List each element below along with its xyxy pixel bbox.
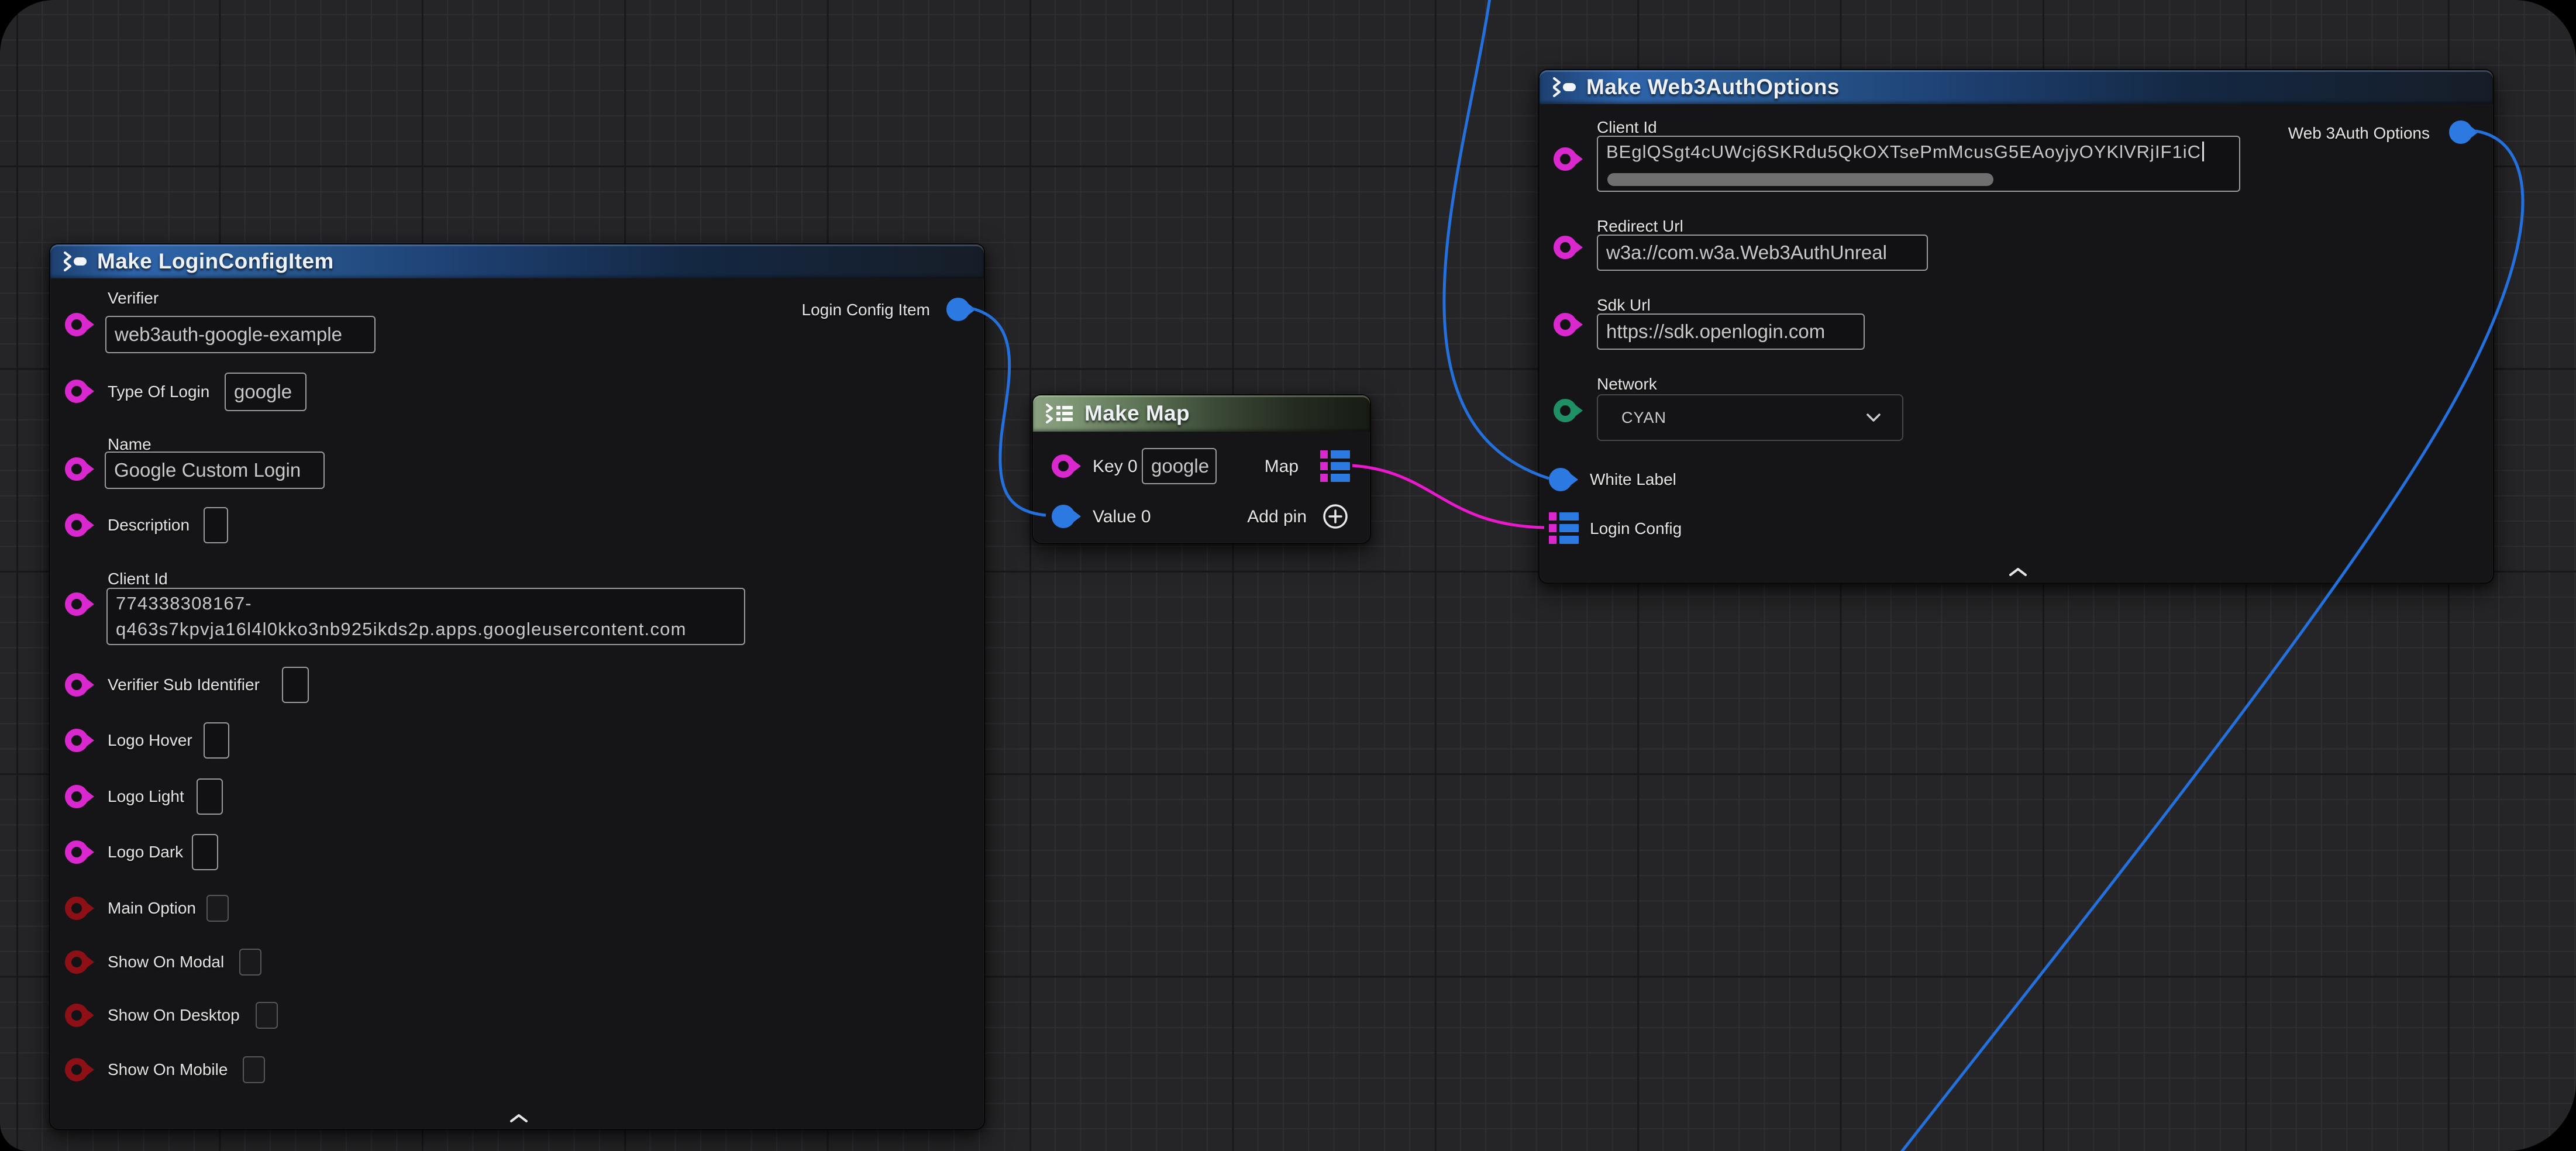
pin-login-config-item-output[interactable] — [946, 298, 970, 321]
node-make-loginconfigitem[interactable]: Make LoginConfigItem Login Config Item V… — [49, 243, 985, 1130]
client-id-line-1: 774338308167- — [116, 591, 252, 616]
show-on-modal-checkbox[interactable] — [239, 949, 261, 976]
pin-label-logo-hover: Logo Hover — [108, 731, 192, 750]
pin-label-network: Network — [1597, 375, 1657, 394]
pin-label-type-of-login: Type Of Login — [108, 382, 209, 401]
pin-label-show-on-desktop: Show On Desktop — [108, 1006, 240, 1025]
client-id-field[interactable]: BEglQSgt4cUWcj6SKRdu5QkOXTsePmMcusG5EAoy… — [1597, 136, 2240, 192]
pin-label-main-option: Main Option — [108, 899, 196, 918]
field-horizontal-scrollbar[interactable] — [1607, 173, 1993, 186]
pin-label-client-id: Client Id — [1597, 118, 1657, 137]
node-title: Make Map — [1084, 401, 1190, 426]
pin-logo-light[interactable] — [65, 785, 88, 808]
pin-label-description: Description — [108, 516, 190, 535]
pin-label-sdk-url: Sdk Url — [1597, 296, 1651, 315]
pin-label-verifier: Verifier — [108, 289, 159, 308]
redirect-url-field[interactable]: w3a://com.w3a.Web3AuthUnreal — [1597, 235, 1928, 271]
pin-main-option[interactable] — [65, 897, 88, 920]
pin-label-logo-light: Logo Light — [108, 787, 184, 806]
node-header-make-loginconfigitem[interactable]: Make LoginConfigItem — [50, 244, 984, 278]
show-on-mobile-checkbox[interactable] — [243, 1056, 265, 1083]
pin-label-show-on-modal: Show On Modal — [108, 953, 224, 971]
pin-show-on-mobile[interactable] — [65, 1058, 88, 1081]
node-make-web3authoptions[interactable]: Make Web3AuthOptions Web 3Auth Options C… — [1538, 69, 2494, 584]
pin-label-web3auth-options: Web 3Auth Options — [2288, 124, 2430, 143]
pin-client-id[interactable] — [65, 592, 88, 616]
pin-redirect-url[interactable] — [1554, 236, 1577, 259]
pin-label-map: Map — [1265, 457, 1299, 477]
make-map-icon — [1045, 402, 1075, 425]
pin-client-id[interactable] — [1554, 147, 1577, 171]
pin-label-client-id: Client Id — [108, 570, 168, 588]
name-field[interactable]: Google Custom Login — [105, 452, 325, 489]
client-id-field[interactable]: 774338308167- q463s7kpvja16l4l0kko3nb925… — [106, 588, 745, 645]
pin-label-show-on-mobile: Show On Mobile — [108, 1060, 228, 1079]
client-id-line-2: q463s7kpvja16l4l0kko3nb925ikds2p.apps.go… — [116, 616, 687, 642]
wire-map-to-loginconfig[interactable] — [1352, 466, 1544, 528]
description-field[interactable] — [204, 507, 228, 543]
pin-type-of-login[interactable] — [65, 380, 88, 403]
pin-sdk-url[interactable] — [1554, 313, 1577, 336]
logo-light-field[interactable] — [197, 778, 223, 815]
pin-verifier-sub-identifier[interactable] — [65, 673, 88, 697]
pin-label-login-config: Login Config — [1590, 519, 1682, 538]
pin-label-key-0: Key 0 — [1093, 457, 1138, 477]
key-0-field[interactable]: google — [1142, 448, 1217, 484]
pin-logo-hover[interactable] — [65, 729, 88, 752]
chevron-down-icon — [1866, 413, 1881, 422]
pin-name[interactable] — [65, 457, 88, 481]
pin-label-login-config-item: Login Config Item — [802, 301, 930, 319]
pin-value-0[interactable] — [1052, 505, 1075, 528]
node-header-make-web3authoptions[interactable]: Make Web3AuthOptions — [1540, 70, 2493, 104]
main-option-checkbox[interactable] — [206, 895, 229, 922]
sdk-url-field[interactable]: https://sdk.openlogin.com — [1597, 313, 1865, 350]
verifier-sub-identifier-field[interactable] — [282, 667, 309, 703]
node-header-make-map[interactable]: Make Map — [1033, 395, 1370, 432]
pin-map-output[interactable] — [1320, 450, 1350, 482]
make-struct-icon — [62, 251, 88, 272]
wire-top-to-whitelabel[interactable] — [1444, 0, 1549, 478]
node-title: Make Web3AuthOptions — [1586, 75, 1840, 99]
pin-show-on-desktop[interactable] — [65, 1004, 88, 1027]
pin-login-config[interactable] — [1549, 512, 1579, 544]
blueprint-canvas[interactable]: Make LoginConfigItem Login Config Item V… — [0, 0, 2576, 1151]
pin-network[interactable] — [1554, 399, 1577, 422]
pin-label-value-0: Value 0 — [1093, 507, 1151, 527]
pin-label-white-label: White Label — [1590, 470, 1676, 489]
blueprint-editor: { "colors": { "page_bg": "#000000", "can… — [0, 0, 2576, 1151]
node-make-map[interactable]: Make Map Key 0 google Map Value 0 Add pi… — [1032, 394, 1371, 544]
make-struct-icon — [1551, 77, 1577, 98]
show-on-desktop-checkbox[interactable] — [256, 1002, 278, 1029]
pin-label-redirect-url: Redirect Url — [1597, 217, 1683, 236]
pin-label-verifier-sub-identifier: Verifier Sub Identifier — [108, 676, 260, 694]
add-pin-label: Add pin — [1247, 507, 1307, 527]
pin-description[interactable] — [65, 514, 88, 537]
pin-label-logo-dark: Logo Dark — [108, 843, 183, 861]
verifier-field[interactable]: web3auth-google-example — [105, 316, 376, 353]
pin-logo-dark[interactable] — [65, 840, 88, 864]
collapse-node-chevron-up-icon[interactable] — [2009, 567, 2027, 577]
logo-dark-field[interactable] — [192, 834, 218, 870]
client-id-value: BEglQSgt4cUWcj6SKRdu5QkOXTsePmMcusG5EAoy… — [1606, 142, 2201, 163]
pin-show-on-modal[interactable] — [65, 950, 88, 974]
text-caret — [2202, 142, 2204, 161]
network-selected-value: CYAN — [1621, 409, 1666, 427]
logo-hover-field[interactable] — [204, 722, 229, 759]
collapse-node-chevron-up-icon[interactable] — [509, 1114, 528, 1123]
add-pin-button[interactable] — [1322, 503, 1349, 530]
pin-key-0[interactable] — [1052, 454, 1075, 478]
pin-verifier[interactable] — [65, 313, 88, 336]
pin-white-label[interactable] — [1549, 468, 1572, 491]
type-of-login-field[interactable]: google — [225, 373, 306, 411]
pin-web3auth-options-output[interactable] — [2449, 120, 2472, 144]
network-dropdown[interactable]: CYAN — [1597, 394, 1903, 441]
node-title: Make LoginConfigItem — [97, 249, 334, 274]
